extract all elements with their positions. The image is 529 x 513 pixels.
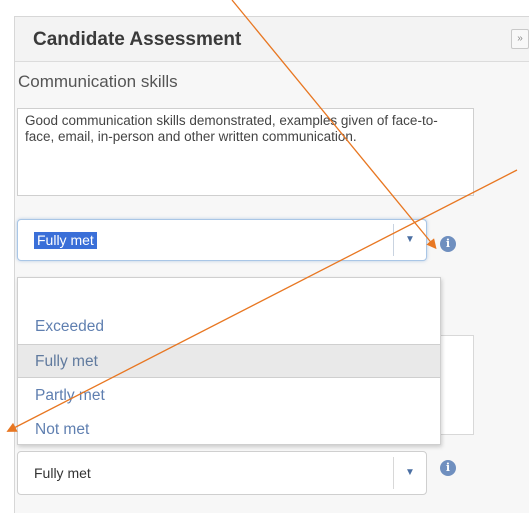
select-divider: [393, 457, 394, 489]
select-divider: [393, 224, 394, 256]
communication-comment-textarea[interactable]: Good communication skills demonstrated, …: [17, 108, 474, 196]
next-rating-select-value: Fully met: [34, 465, 91, 481]
rating-select-value: Fully met: [34, 232, 97, 249]
chevron-down-icon[interactable]: ▼: [403, 233, 417, 247]
dropdown-option-partly-met[interactable]: Partly met: [18, 379, 440, 413]
dropdown-option-not-met[interactable]: Not met: [18, 413, 440, 447]
dropdown-option-fully-met[interactable]: Fully met: [18, 344, 440, 378]
dropdown-option-exceeded[interactable]: Exceeded: [18, 310, 440, 344]
info-icon[interactable]: i: [440, 460, 456, 476]
panel-header: Candidate Assessment »: [15, 17, 529, 62]
next-rating-select[interactable]: Fully met ▼: [17, 451, 427, 495]
communication-rating-select[interactable]: Fully met ▼: [17, 219, 427, 261]
page: Candidate Assessment » Communication ski…: [0, 0, 529, 513]
panel-title: Candidate Assessment: [33, 29, 242, 50]
communication-skills-label: Communication skills: [18, 72, 178, 91]
info-icon[interactable]: i: [440, 236, 456, 252]
rating-dropdown-list: Exceeded Fully met Partly met Not met: [17, 277, 441, 445]
collapse-panel-button[interactable]: »: [511, 29, 529, 49]
chevron-down-icon[interactable]: ▼: [403, 466, 417, 480]
